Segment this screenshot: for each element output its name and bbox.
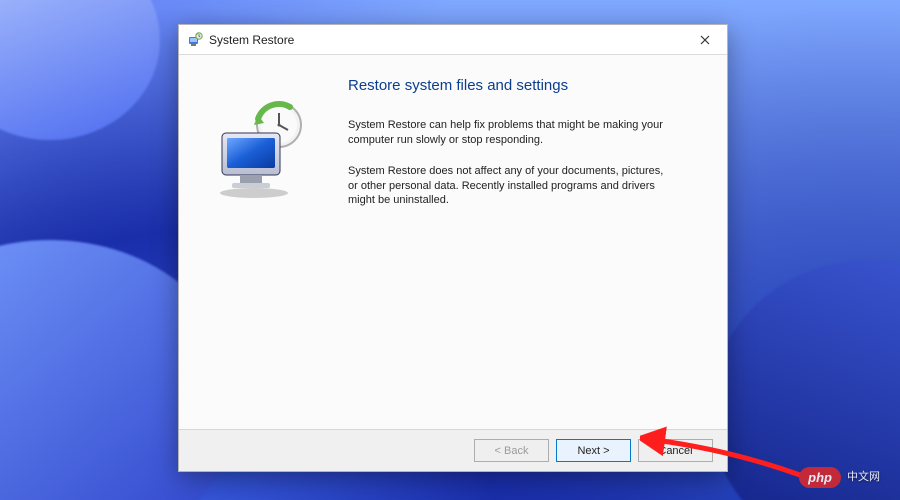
background-blob	[0, 0, 160, 140]
desktop-background: System Restore	[0, 0, 900, 500]
wizard-paragraph: System Restore does not affect any of yo…	[348, 164, 668, 209]
watermark: php 中文网	[799, 467, 880, 488]
back-button: < Back	[474, 439, 549, 462]
next-button[interactable]: Next >	[556, 439, 631, 462]
background-blob	[710, 260, 900, 500]
system-restore-icon	[187, 32, 203, 48]
watermark-suffix: 中文网	[847, 472, 880, 483]
titlebar[interactable]: System Restore	[179, 25, 727, 55]
wizard-content: Restore system files and settings System…	[179, 55, 727, 429]
window-title: System Restore	[209, 33, 294, 47]
cancel-button[interactable]: Cancel	[638, 439, 713, 462]
wizard-paragraph: System Restore can help fix problems tha…	[348, 118, 668, 148]
system-restore-illustration-icon	[204, 95, 314, 205]
close-button[interactable]	[682, 25, 727, 55]
wizard-text-pane: Restore system files and settings System…	[334, 55, 727, 429]
watermark-brand: php	[799, 467, 841, 488]
system-restore-window: System Restore	[178, 24, 728, 472]
wizard-heading: Restore system files and settings	[348, 77, 697, 94]
wizard-illustration-pane	[179, 55, 334, 429]
wizard-footer: < Back Next > Cancel	[179, 429, 727, 471]
